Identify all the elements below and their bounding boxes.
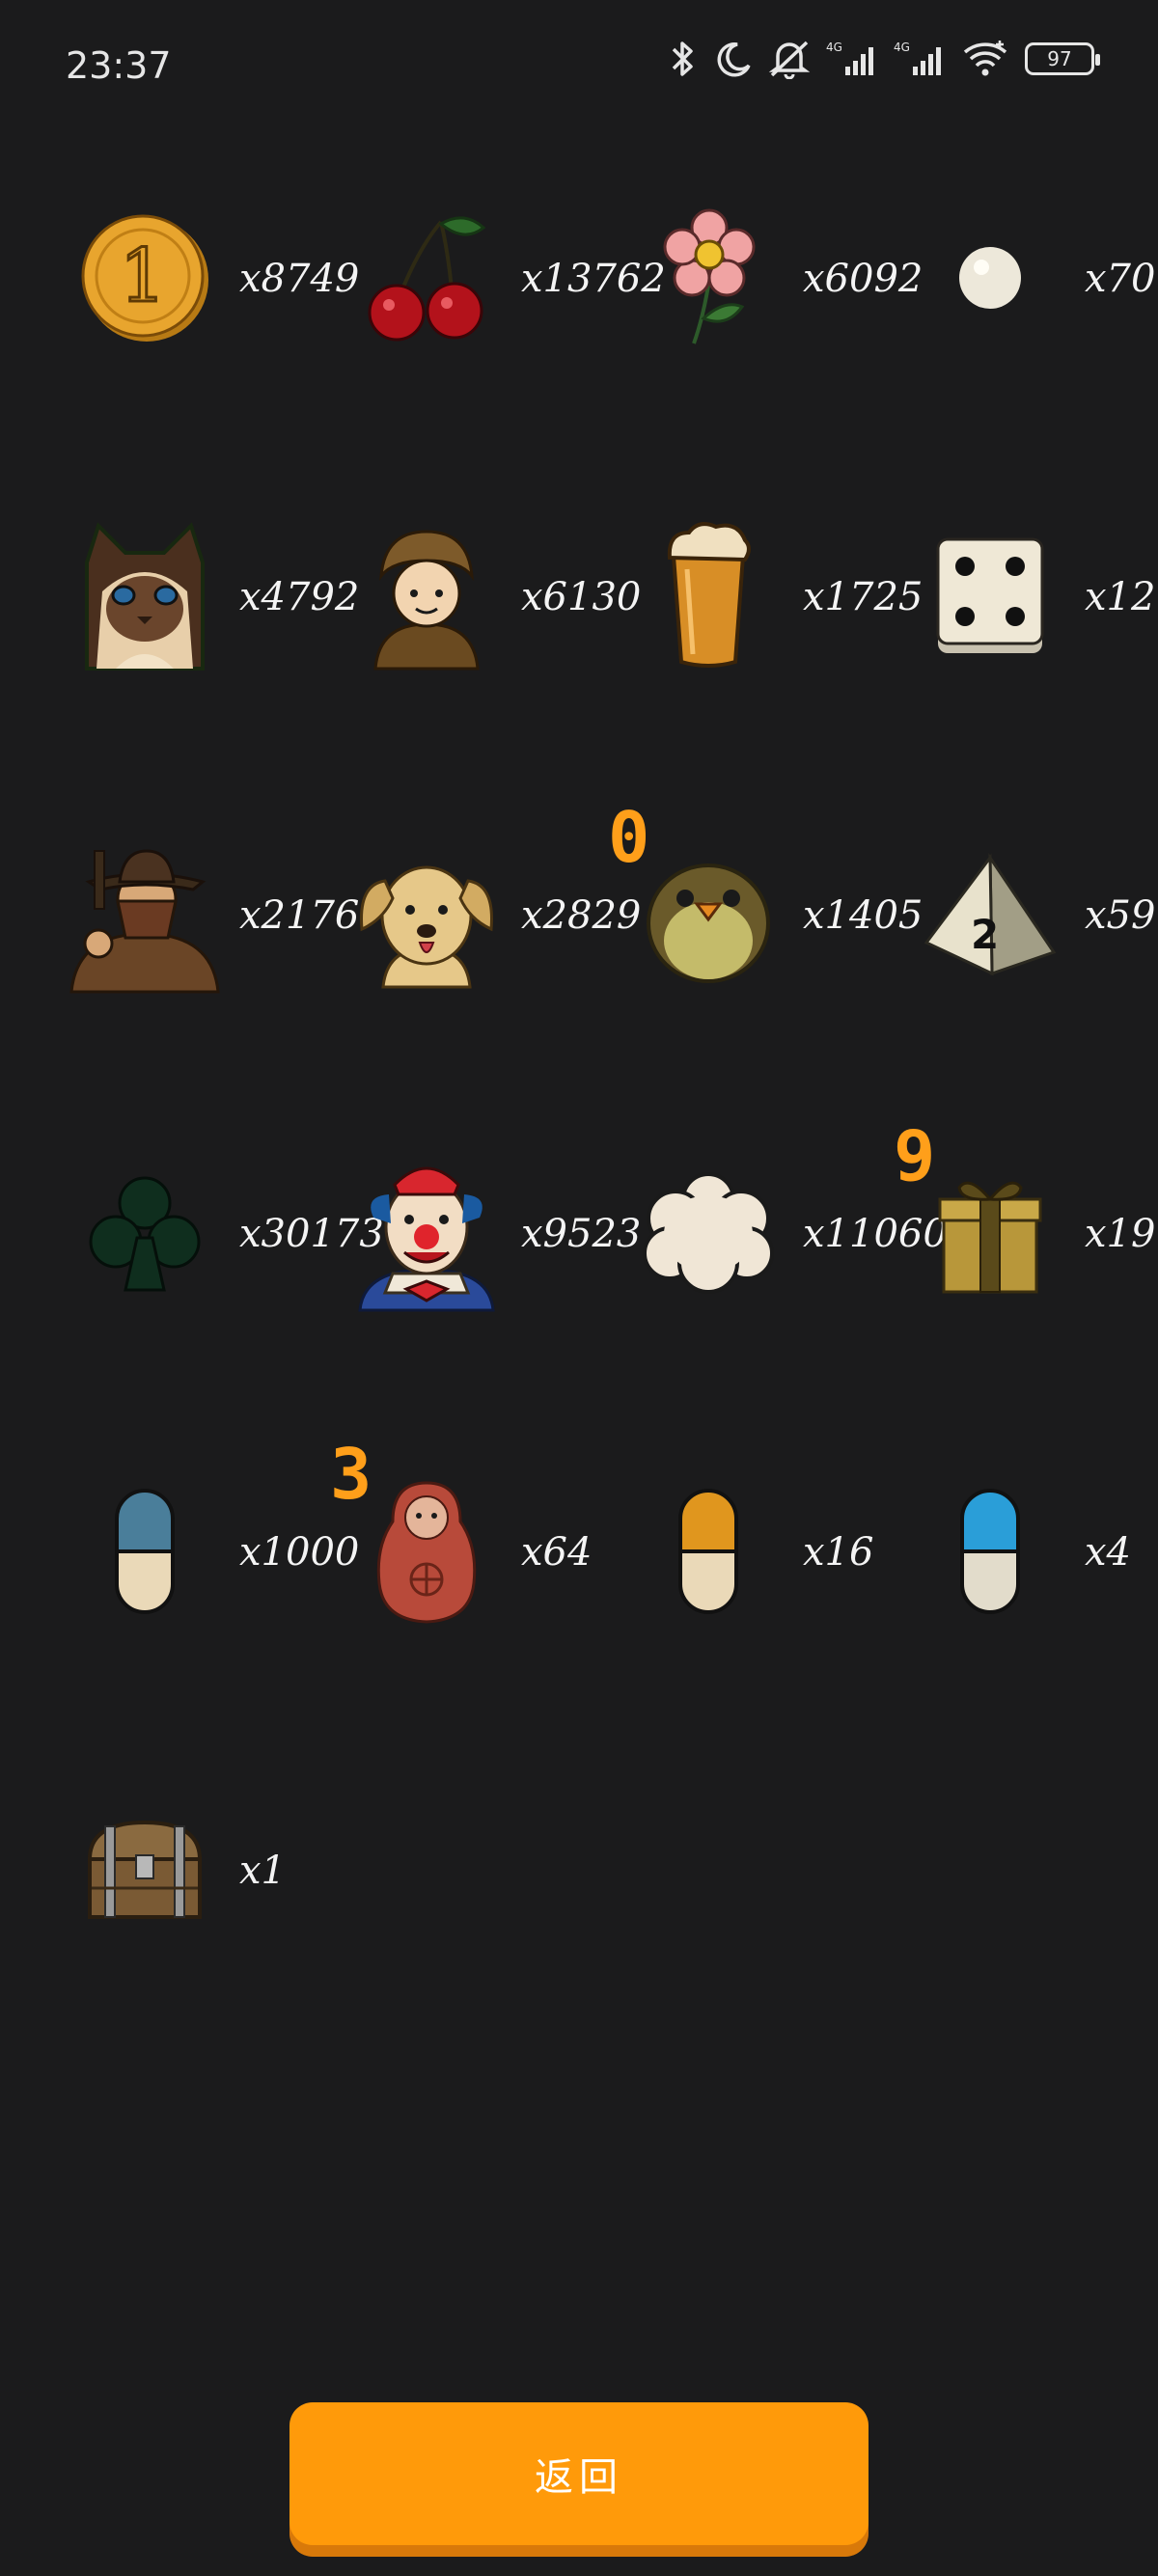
back-button-label: 返回 [535,2455,623,2500]
inventory-item[interactable]: x6092 [621,191,923,384]
clown-icon [349,1146,504,1320]
mute-icon [766,39,813,79]
signal-4g-icon: 4G [894,40,948,78]
inventory-item[interactable]: x19 [903,1146,1158,1339]
inventory-item[interactable]: x4792 [58,509,359,702]
wifi-icon [961,39,1011,79]
svg-text:4G: 4G [894,41,910,54]
item-count: x59 [1085,893,1156,938]
boy-icon [349,509,504,683]
club-icon [68,1146,222,1320]
gift-icon [913,1146,1067,1320]
bandit-icon [68,828,222,1001]
status-bar: 23:37 4G 4G 97 [0,0,1158,135]
back-button[interactable]: 返回 [290,2402,868,2545]
item-count: x70 [1085,257,1156,301]
floating-number: 9 [894,1115,936,1196]
cloud-icon [631,1146,786,1320]
chest-icon [68,1783,222,1957]
inventory-item[interactable]: x4 [903,1465,1158,1658]
inventory-item[interactable]: x1000 [58,1465,359,1658]
beer-icon [631,509,786,683]
inventory-item[interactable]: x64 [340,1465,621,1658]
svg-text:2: 2 [971,911,999,958]
pearl-icon [913,191,1067,365]
dice-icon [913,509,1067,683]
inventory-item[interactable]: x2176 [58,828,359,1021]
inventory-item[interactable]: 1 x8749 [58,191,359,384]
item-count: x16 [803,1530,874,1575]
blue-pill-icon [68,1465,222,1638]
floating-number: 0 [608,797,650,878]
orange-pill-icon [631,1465,786,1638]
inventory-item[interactable]: x13762 [340,191,666,384]
status-icons: 4G 4G 97 [666,39,1100,79]
inventory-item[interactable]: x12 [903,509,1158,702]
item-count: x64 [521,1530,593,1575]
inventory-item[interactable]: 2 x59 [903,828,1158,1021]
cat-icon [68,509,222,683]
dog-icon [349,828,504,1001]
cyan-pill-icon [913,1465,1067,1638]
inventory-item[interactable]: x1 [58,1783,340,1976]
floating-number: 3 [330,1434,372,1515]
inventory-item[interactable]: x9523 [340,1146,641,1339]
signal-4g-icon: 4G [826,40,880,78]
battery-icon: 97 [1025,42,1100,75]
inventory-item[interactable]: x11060 [621,1146,948,1339]
item-count: x4 [1085,1530,1132,1575]
bluetooth-icon [666,40,701,78]
inventory-item[interactable]: x2829 [340,828,641,1021]
item-count: x19 [1085,1212,1156,1256]
cherries-icon [349,191,504,365]
inventory-item[interactable]: x6130 [340,509,641,702]
item-count: x12 [1085,575,1156,619]
item-count: x1 [239,1849,287,1893]
inventory-item[interactable]: x16 [621,1465,903,1658]
inventory-item[interactable]: x70 [903,191,1158,384]
flower-icon [631,191,786,365]
moon-icon [714,40,753,78]
battery-level: 97 [1047,47,1072,70]
inventory-item[interactable]: x1725 [621,509,923,702]
coin-icon: 1 [68,191,222,365]
bird-icon [631,828,786,1001]
d4-dice-icon: 2 [913,828,1067,1001]
svg-text:4G: 4G [826,41,842,54]
inventory-item[interactable]: x30173 [58,1146,384,1339]
matryoshka-icon [349,1465,504,1638]
inventory-item[interactable]: x1405 [621,828,923,1021]
svg-text:1: 1 [120,233,166,318]
status-time: 23:37 [66,44,172,87]
